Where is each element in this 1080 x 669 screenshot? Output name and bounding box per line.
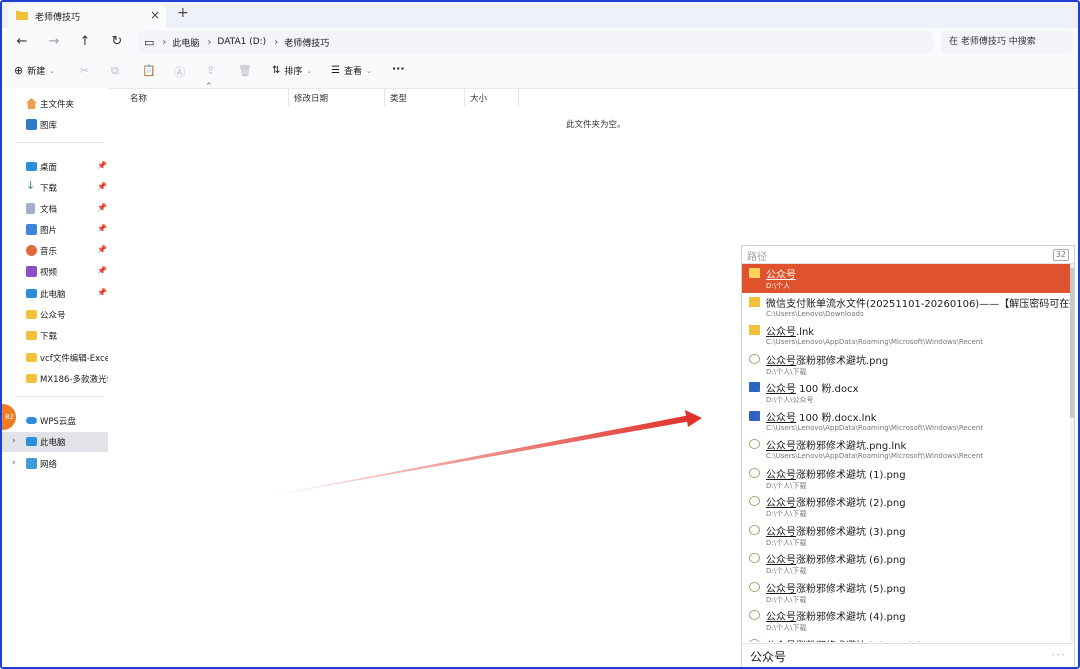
popup-header: 路径 32 bbox=[742, 246, 1074, 264]
result-match-highlight: 公众号 bbox=[766, 327, 796, 338]
result-match-highlight: 公众号 bbox=[766, 612, 796, 623]
result-path: C:\Users\Lenovo\AppData\Roaming\Microsof… bbox=[766, 452, 984, 460]
result-match-highlight: 公众号 bbox=[766, 270, 796, 281]
result-match-highlight: 公众号 bbox=[766, 583, 796, 595]
result-path: D:\个人\下载 bbox=[766, 510, 807, 518]
image-file-icon bbox=[749, 439, 760, 449]
image-file-icon bbox=[749, 467, 760, 478]
result-path: D:\个人\下载 bbox=[766, 624, 807, 632]
result-name-rest: 涨粉邪修术避坑 (4).png bbox=[796, 612, 906, 623]
folder-icon bbox=[749, 268, 760, 278]
result-match-highlight: 公众号 bbox=[766, 498, 796, 509]
result-item[interactable]: 公众号 100 粉.docx.lnk C:\Users\Lenovo\AppDat… bbox=[742, 407, 1074, 436]
result-path: D:\个人\公众号 bbox=[766, 396, 814, 404]
result-name: 公众号涨粉邪修术避坑 (5).png bbox=[766, 580, 906, 595]
result-item[interactable]: 公众号涨粉邪修术避坑 (4).png.lnk bbox=[742, 635, 1074, 643]
image-file-icon bbox=[749, 353, 760, 364]
result-path: D:\个人\下载 bbox=[766, 595, 807, 604]
result-name-rest: 涨粉邪修术避坑 (5).png bbox=[796, 583, 906, 595]
result-name-rest: 涨粉邪修术避坑 (2).png bbox=[796, 498, 906, 509]
image-file-icon bbox=[749, 581, 760, 592]
result-path: C:\Users\Lenovo\AppData\Roaming\Microsof… bbox=[766, 423, 984, 432]
result-name: 微信支付账单流水文件(20251101-20260106)——【解压密码可在微信… bbox=[766, 295, 1074, 310]
result-name-rest: 涨粉邪修术避坑.png.lnk bbox=[796, 441, 907, 452]
result-item[interactable]: 公众号.lnk C:\Users\Lenovo\AppData\Roaming\M… bbox=[742, 321, 1074, 350]
result-match-highlight: 公众号 bbox=[766, 441, 796, 452]
result-name: 公众号 bbox=[766, 266, 796, 281]
result-item[interactable]: 公众号涨粉邪修术避坑 (1).png D:\个人\下载 bbox=[742, 464, 1074, 493]
result-name: 公众号.lnk bbox=[766, 323, 814, 338]
image-file-icon bbox=[749, 610, 760, 620]
folder-icon bbox=[749, 325, 760, 335]
result-name: 公众号涨粉邪修术避坑 (6).png bbox=[766, 551, 906, 566]
popup-title: 路径 bbox=[747, 252, 767, 263]
result-name: 公众号涨粉邪修术避坑.png bbox=[766, 352, 888, 367]
result-match-highlight: 公众号 bbox=[766, 355, 796, 367]
result-name-rest: 涨粉邪修术避坑 (6).png bbox=[796, 555, 906, 566]
image-file-icon bbox=[749, 524, 760, 535]
result-name-rest: 涨粉邪修术避坑 (3).png bbox=[796, 526, 906, 538]
result-item[interactable]: 公众号 D:\个人 bbox=[742, 264, 1074, 293]
result-name-rest: 涨粉邪修术避坑 (4).png.lnk bbox=[796, 641, 924, 643]
result-item[interactable]: 公众号涨粉邪修术避坑.png D:\个人\下载 bbox=[742, 350, 1074, 379]
result-match-highlight: 公众号 bbox=[766, 412, 796, 424]
image-file-icon bbox=[749, 553, 760, 563]
result-name-rest: 100 粉.docx.lnk bbox=[796, 412, 877, 424]
result-name: 公众号涨粉邪修术避坑 (1).png bbox=[766, 466, 906, 481]
query-input[interactable]: 公众号 bbox=[750, 648, 786, 665]
result-name-rest: 100 粉.docx bbox=[796, 384, 859, 395]
result-name: 公众号涨粉邪修术避坑 (4).png.lnk bbox=[766, 637, 924, 643]
result-name: 公众号涨粉邪修术避坑 (4).png bbox=[766, 608, 906, 623]
result-path: D:\个人\下载 bbox=[766, 538, 807, 547]
search-results-popup: 路径 32 公众号 D:\个人 微信支付账单流水文件(20251101-202601… bbox=[741, 245, 1075, 667]
result-item[interactable]: 公众号涨粉邪修术避坑.png.lnk C:\Users\Lenovo\AppDat… bbox=[742, 435, 1074, 464]
result-path: D:\个人\下载 bbox=[766, 481, 807, 490]
result-name: 公众号 100 粉.docx.lnk bbox=[766, 409, 877, 424]
more-options-button[interactable]: ··· bbox=[1052, 648, 1066, 662]
result-name-rest: 涨粉邪修术避坑 (1).png bbox=[796, 469, 906, 481]
scrollbar-thumb[interactable] bbox=[1070, 268, 1074, 418]
result-path: D:\个人 bbox=[766, 282, 791, 290]
result-match-highlight: 公众号 bbox=[766, 469, 796, 481]
result-item[interactable]: 公众号涨粉邪修术避坑 (6).png D:\个人\下载 bbox=[742, 549, 1074, 578]
image-file-icon bbox=[749, 638, 760, 642]
result-item[interactable]: 公众号 100 粉.docx D:\个人\公众号 bbox=[742, 378, 1074, 407]
result-name: 公众号 100 粉.docx bbox=[766, 380, 859, 395]
result-path: C:\Users\Lenovo\AppData\Roaming\Microsof… bbox=[766, 338, 984, 346]
result-name-rest: 微信支付账单流水文件(20251101-20260106)——【解压密码可在微信… bbox=[766, 298, 1074, 310]
result-path: D:\个人\下载 bbox=[766, 567, 807, 575]
result-path: C:\Users\Lenovo\Downloads bbox=[766, 309, 864, 318]
result-count-badge: 32 bbox=[1052, 249, 1069, 261]
result-match-highlight: 公众号 bbox=[766, 526, 796, 538]
result-item[interactable]: 公众号涨粉邪修术避坑 (5).png D:\个人\下载 bbox=[742, 578, 1074, 607]
result-match-highlight: 公众号 bbox=[766, 384, 796, 395]
word-doc-icon bbox=[749, 410, 760, 421]
result-match-highlight: 公众号 bbox=[766, 641, 796, 643]
result-item[interactable]: 微信支付账单流水文件(20251101-20260106)——【解压密码可在微信… bbox=[742, 293, 1074, 322]
explorer-window: 老师傅技巧 × + ← → ↑ ↻ ▭ › 此电脑 › DATA1 (D:) ›… bbox=[0, 0, 1080, 669]
result-item[interactable]: 公众号涨粉邪修术避坑 (3).png D:\个人\下载 bbox=[742, 521, 1074, 550]
result-match-highlight: 公众号 bbox=[766, 555, 796, 566]
result-item[interactable]: 公众号涨粉邪修术避坑 (4).png D:\个人\下载 bbox=[742, 606, 1074, 635]
result-item[interactable]: 公众号涨粉邪修术避坑 (2).png D:\个人\下载 bbox=[742, 492, 1074, 521]
result-name-rest: .lnk bbox=[796, 327, 815, 338]
word-doc-icon bbox=[749, 382, 760, 392]
popup-footer: 公众号 ··· bbox=[742, 643, 1074, 667]
folder-icon bbox=[749, 296, 760, 307]
result-name: 公众号涨粉邪修术避坑 (3).png bbox=[766, 523, 906, 538]
result-name-rest: 涨粉邪修术避坑.png bbox=[796, 355, 889, 367]
results-list: 公众号 D:\个人 微信支付账单流水文件(20251101-20260106)——【… bbox=[742, 264, 1074, 642]
result-path: D:\个人\下载 bbox=[766, 367, 807, 376]
result-name: 公众号涨粉邪修术避坑.png.lnk bbox=[766, 437, 906, 452]
image-file-icon bbox=[749, 496, 760, 506]
result-name: 公众号涨粉邪修术避坑 (2).png bbox=[766, 494, 906, 509]
